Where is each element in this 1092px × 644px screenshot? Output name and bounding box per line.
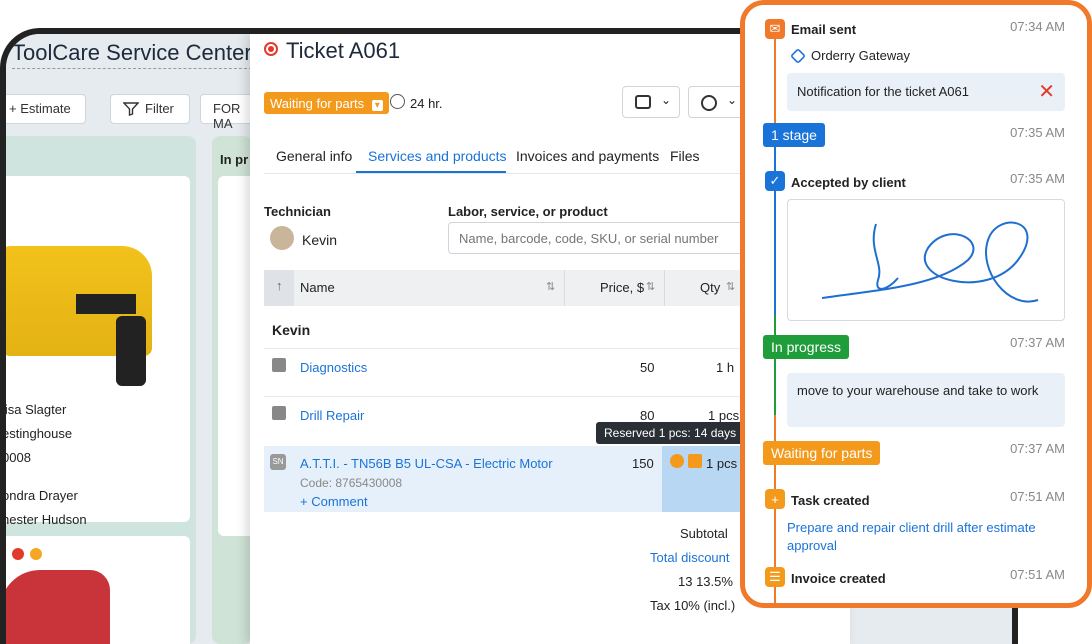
board-column-2: In pr (212, 136, 258, 644)
chevron-down-icon: ⌄ (661, 93, 672, 107)
sort-icon: ⇅ (726, 281, 736, 293)
progress-note: move to your warehouse and take to work (787, 373, 1065, 427)
tab-files[interactable]: Files (670, 148, 700, 164)
ticket-card[interactable]: lisa Slagter estinghouse 0008 ondra Dray… (2, 176, 190, 551)
print-button[interactable]: ⌄ (622, 86, 680, 118)
reservation-tooltip: Reserved 1 pcs: 14 days lef (596, 422, 752, 444)
row-qty: 1 pcs (706, 456, 738, 471)
service-icon (272, 358, 286, 372)
event-time: 07:37 AM (1010, 335, 1065, 350)
notification-bubble: Notification for the ticket A061 ✕ (787, 73, 1065, 111)
row-price: 80 (640, 408, 655, 423)
sort-arrow-icon[interactable]: ↑ (276, 278, 283, 293)
fire-icon (12, 548, 24, 560)
ticket-status-icon (264, 42, 278, 56)
serial-badge: SN (270, 454, 286, 470)
row-price: 50 (640, 360, 655, 375)
tab-services-products[interactable]: Services and products (368, 148, 507, 164)
row-qty: 1 pcs (708, 408, 740, 423)
filter-icon (123, 102, 139, 116)
status-label: Waiting for parts (270, 96, 365, 111)
clock-icon (30, 548, 42, 560)
discount-value: 13 13.5% (678, 574, 733, 589)
technician-name[interactable]: Kevin (302, 232, 337, 248)
ticket-title: Ticket A061 (286, 38, 401, 63)
check-icon: ✓ (765, 171, 785, 191)
service-icon (272, 406, 286, 420)
signature-drawing (821, 221, 1039, 303)
sort-icon: ⇅ (546, 281, 556, 293)
sort-icon: ⇅ (646, 281, 656, 293)
tab-general-info[interactable]: General info (276, 148, 352, 164)
row-name-link[interactable]: Diagnostics (300, 360, 367, 375)
task-plus-icon: + (765, 489, 785, 509)
col-qty[interactable]: Qty (700, 280, 720, 295)
waiting-label: Waiting for parts (763, 441, 881, 465)
total-discount-link[interactable]: Total discount (650, 550, 730, 565)
row-name-link[interactable]: Drill Repair (300, 408, 364, 423)
row-name-link[interactable]: A.T.T.I. - TN56B B5 UL-CSA - Electric Mo… (300, 456, 553, 471)
subtotal-label: Subtotal (680, 526, 728, 541)
gateway-icon (790, 48, 806, 64)
col-name[interactable]: Name (300, 280, 335, 295)
event-title: Invoice created (791, 571, 886, 586)
filter-label: Filter (145, 101, 174, 116)
chat-icon (701, 95, 717, 111)
gateway-name: Orderry Gateway (811, 48, 910, 63)
email-icon: ✉ (765, 19, 785, 39)
client-signature (787, 199, 1065, 321)
event-time: 07:51 AM (1010, 567, 1065, 582)
row-qty: 1 h (716, 360, 735, 375)
event-time: 07:51 AM (1010, 489, 1065, 504)
card-line: estinghouse (2, 426, 73, 441)
reserve-icon (670, 454, 684, 468)
ticket-card-2[interactable] (6, 536, 190, 644)
event-title: Email sent (791, 22, 857, 37)
filter-button[interactable]: Filter (110, 94, 190, 124)
printer-icon (635, 95, 651, 109)
col-price[interactable]: Price, $ (600, 280, 644, 295)
column-head: In pr (220, 152, 249, 167)
group-label: Kevin (272, 322, 311, 338)
saw-image (6, 570, 110, 644)
event-time: 07:35 AM (1010, 125, 1065, 140)
row-code: Code: 8765430008 (300, 476, 403, 490)
labor-label: Labor, service, or product (448, 204, 608, 219)
close-icon[interactable]: ✕ (1038, 79, 1055, 104)
app-title: ToolCare Service Center (12, 40, 252, 69)
event-time: 07:35 AM (1010, 171, 1065, 186)
notification-text: Notification for the ticket A061 (797, 84, 969, 99)
clock-icon (390, 94, 405, 109)
card-line: lisa Slagter (2, 402, 67, 417)
board-column-1: lisa Slagter estinghouse 0008 ondra Dray… (2, 136, 196, 644)
search-input[interactable] (448, 222, 758, 254)
event-title: Task created (791, 493, 870, 508)
chevron-down-icon: ⌄ (727, 93, 738, 107)
add-comment-link[interactable]: + Comment (300, 494, 368, 509)
technician-label: Technician (264, 204, 331, 219)
row-price: 150 (632, 456, 654, 471)
activity-timeline: ✉ Email sent 07:34 AM Orderry Gateway No… (740, 0, 1092, 608)
duration-text: 24 hr. (410, 96, 443, 111)
tab-invoices-payments[interactable]: Invoices and payments (516, 148, 659, 164)
comment-button[interactable]: ⌄ (688, 86, 746, 118)
stage-label: 1 stage (763, 123, 825, 147)
boxes-icon (688, 454, 702, 468)
progress-label: In progress (763, 335, 850, 359)
invoice-icon: ☰ (765, 567, 785, 587)
event-time: 07:37 AM (1010, 441, 1065, 456)
card-line: ondra Drayer (2, 488, 78, 503)
status-dropdown[interactable]: Waiting for parts ▾ (264, 92, 389, 114)
chevron-down-icon: ▾ (371, 100, 383, 111)
card-line: hester Hudson (2, 512, 87, 527)
avatar (270, 226, 294, 250)
event-title: Accepted by client (791, 175, 906, 190)
tax-label: Tax 10% (incl.) (650, 598, 736, 613)
card-line: 0008 (2, 450, 31, 465)
event-time: 07:34 AM (1010, 19, 1065, 34)
task-link[interactable]: Prepare and repair client drill after es… (787, 519, 1057, 555)
estimate-button[interactable]: + Estimate (6, 94, 86, 124)
